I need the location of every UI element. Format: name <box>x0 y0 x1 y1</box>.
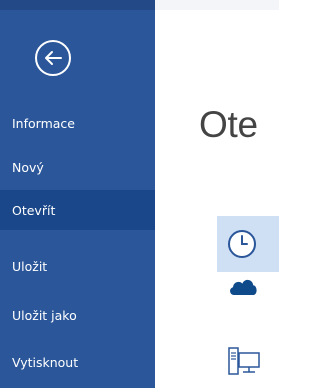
computer-icon <box>228 347 260 375</box>
nav-item-novy[interactable]: Nový <box>0 147 155 187</box>
nav-item-label: Uložit <box>12 258 48 274</box>
nav-item-informace[interactable]: Informace <box>0 103 155 143</box>
nav-item-label: Informace <box>12 115 75 131</box>
place-onedrive[interactable] <box>217 258 279 314</box>
nav-item-vytisknout[interactable]: Vytisknout <box>0 342 155 382</box>
cloud-icon <box>230 279 257 295</box>
nav-item-ulozit-jako[interactable]: Uložit jako <box>0 295 155 335</box>
open-panel: Ote <box>155 0 279 388</box>
nav-item-label: Vytisknout <box>12 354 79 370</box>
nav-item-ulozit[interactable]: Uložit <box>0 246 155 286</box>
back-button[interactable] <box>35 40 71 76</box>
content-top-strip <box>155 0 279 10</box>
nav-item-otevrit[interactable]: Otevřít <box>0 190 155 230</box>
place-computer[interactable] <box>217 333 279 388</box>
page-title: Ote <box>199 104 258 145</box>
back-arrow-icon <box>45 51 62 65</box>
backstage-nav: Informace Nový Otevřít Uložit Uložit jak… <box>0 0 155 388</box>
clock-icon <box>228 230 256 258</box>
nav-item-label: Uložit jako <box>12 307 77 323</box>
nav-item-label: Nový <box>12 159 44 175</box>
nav-top-band <box>0 0 155 10</box>
nav-item-label: Otevřít <box>12 202 56 218</box>
